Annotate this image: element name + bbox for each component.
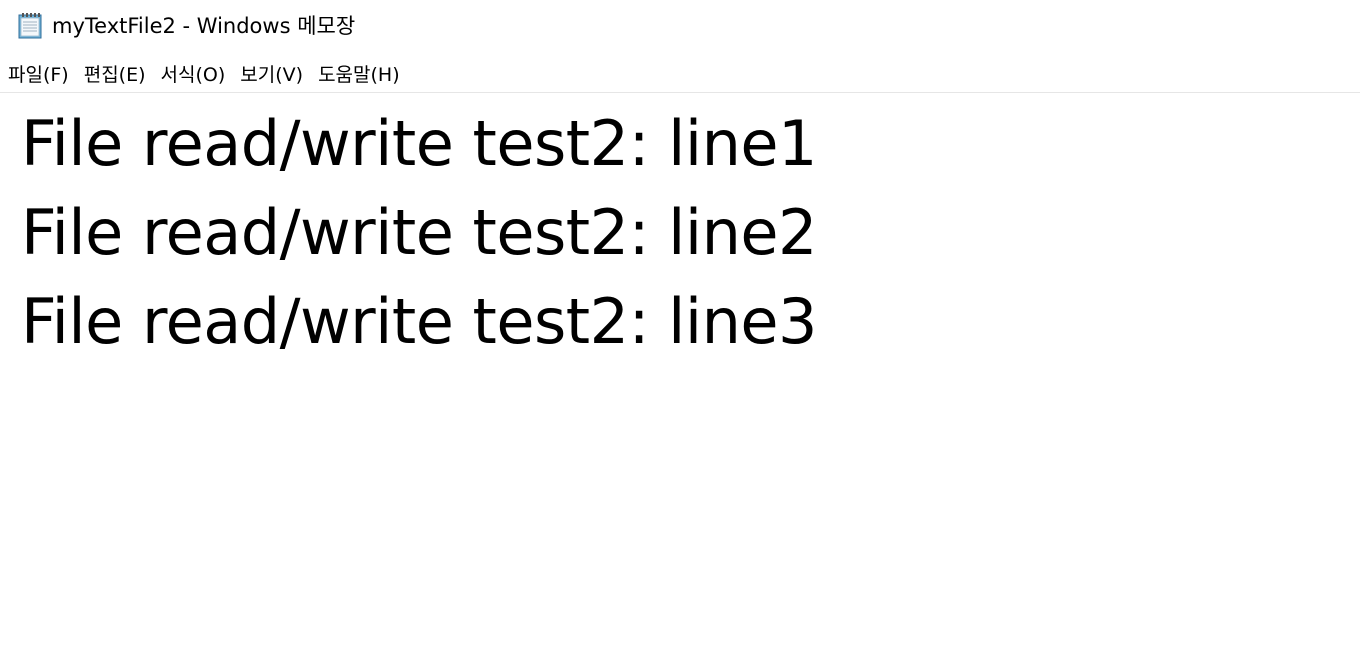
menu-view[interactable]: 보기(V) (232, 61, 310, 89)
editor-line-3[interactable]: File read/write test2: line3 (21, 277, 818, 366)
menu-format[interactable]: 서식(O) (153, 61, 233, 89)
editor-lines: File read/write test2: line1 File read/w… (21, 99, 818, 366)
window-title: myTextFile2 - Windows 메모장 (52, 14, 356, 38)
menu-help[interactable]: 도움말(H) (310, 61, 407, 89)
editor-line-1[interactable]: File read/write test2: line1 (21, 99, 818, 188)
menu-edit[interactable]: 편집(E) (76, 61, 153, 89)
notepad-icon (15, 10, 45, 40)
notepad-window: myTextFile2 - Windows 메모장 파일(F) 편집(E) 서식… (0, 0, 1360, 648)
editor-line-2[interactable]: File read/write test2: line2 (21, 188, 818, 277)
menu-bar: 파일(F) 편집(E) 서식(O) 보기(V) 도움말(H) (0, 58, 1360, 91)
menu-file[interactable]: 파일(F) (0, 61, 76, 89)
text-editor[interactable]: File read/write test2: line1 File read/w… (0, 93, 1360, 648)
title-bar[interactable]: myTextFile2 - Windows 메모장 (0, 0, 1360, 52)
